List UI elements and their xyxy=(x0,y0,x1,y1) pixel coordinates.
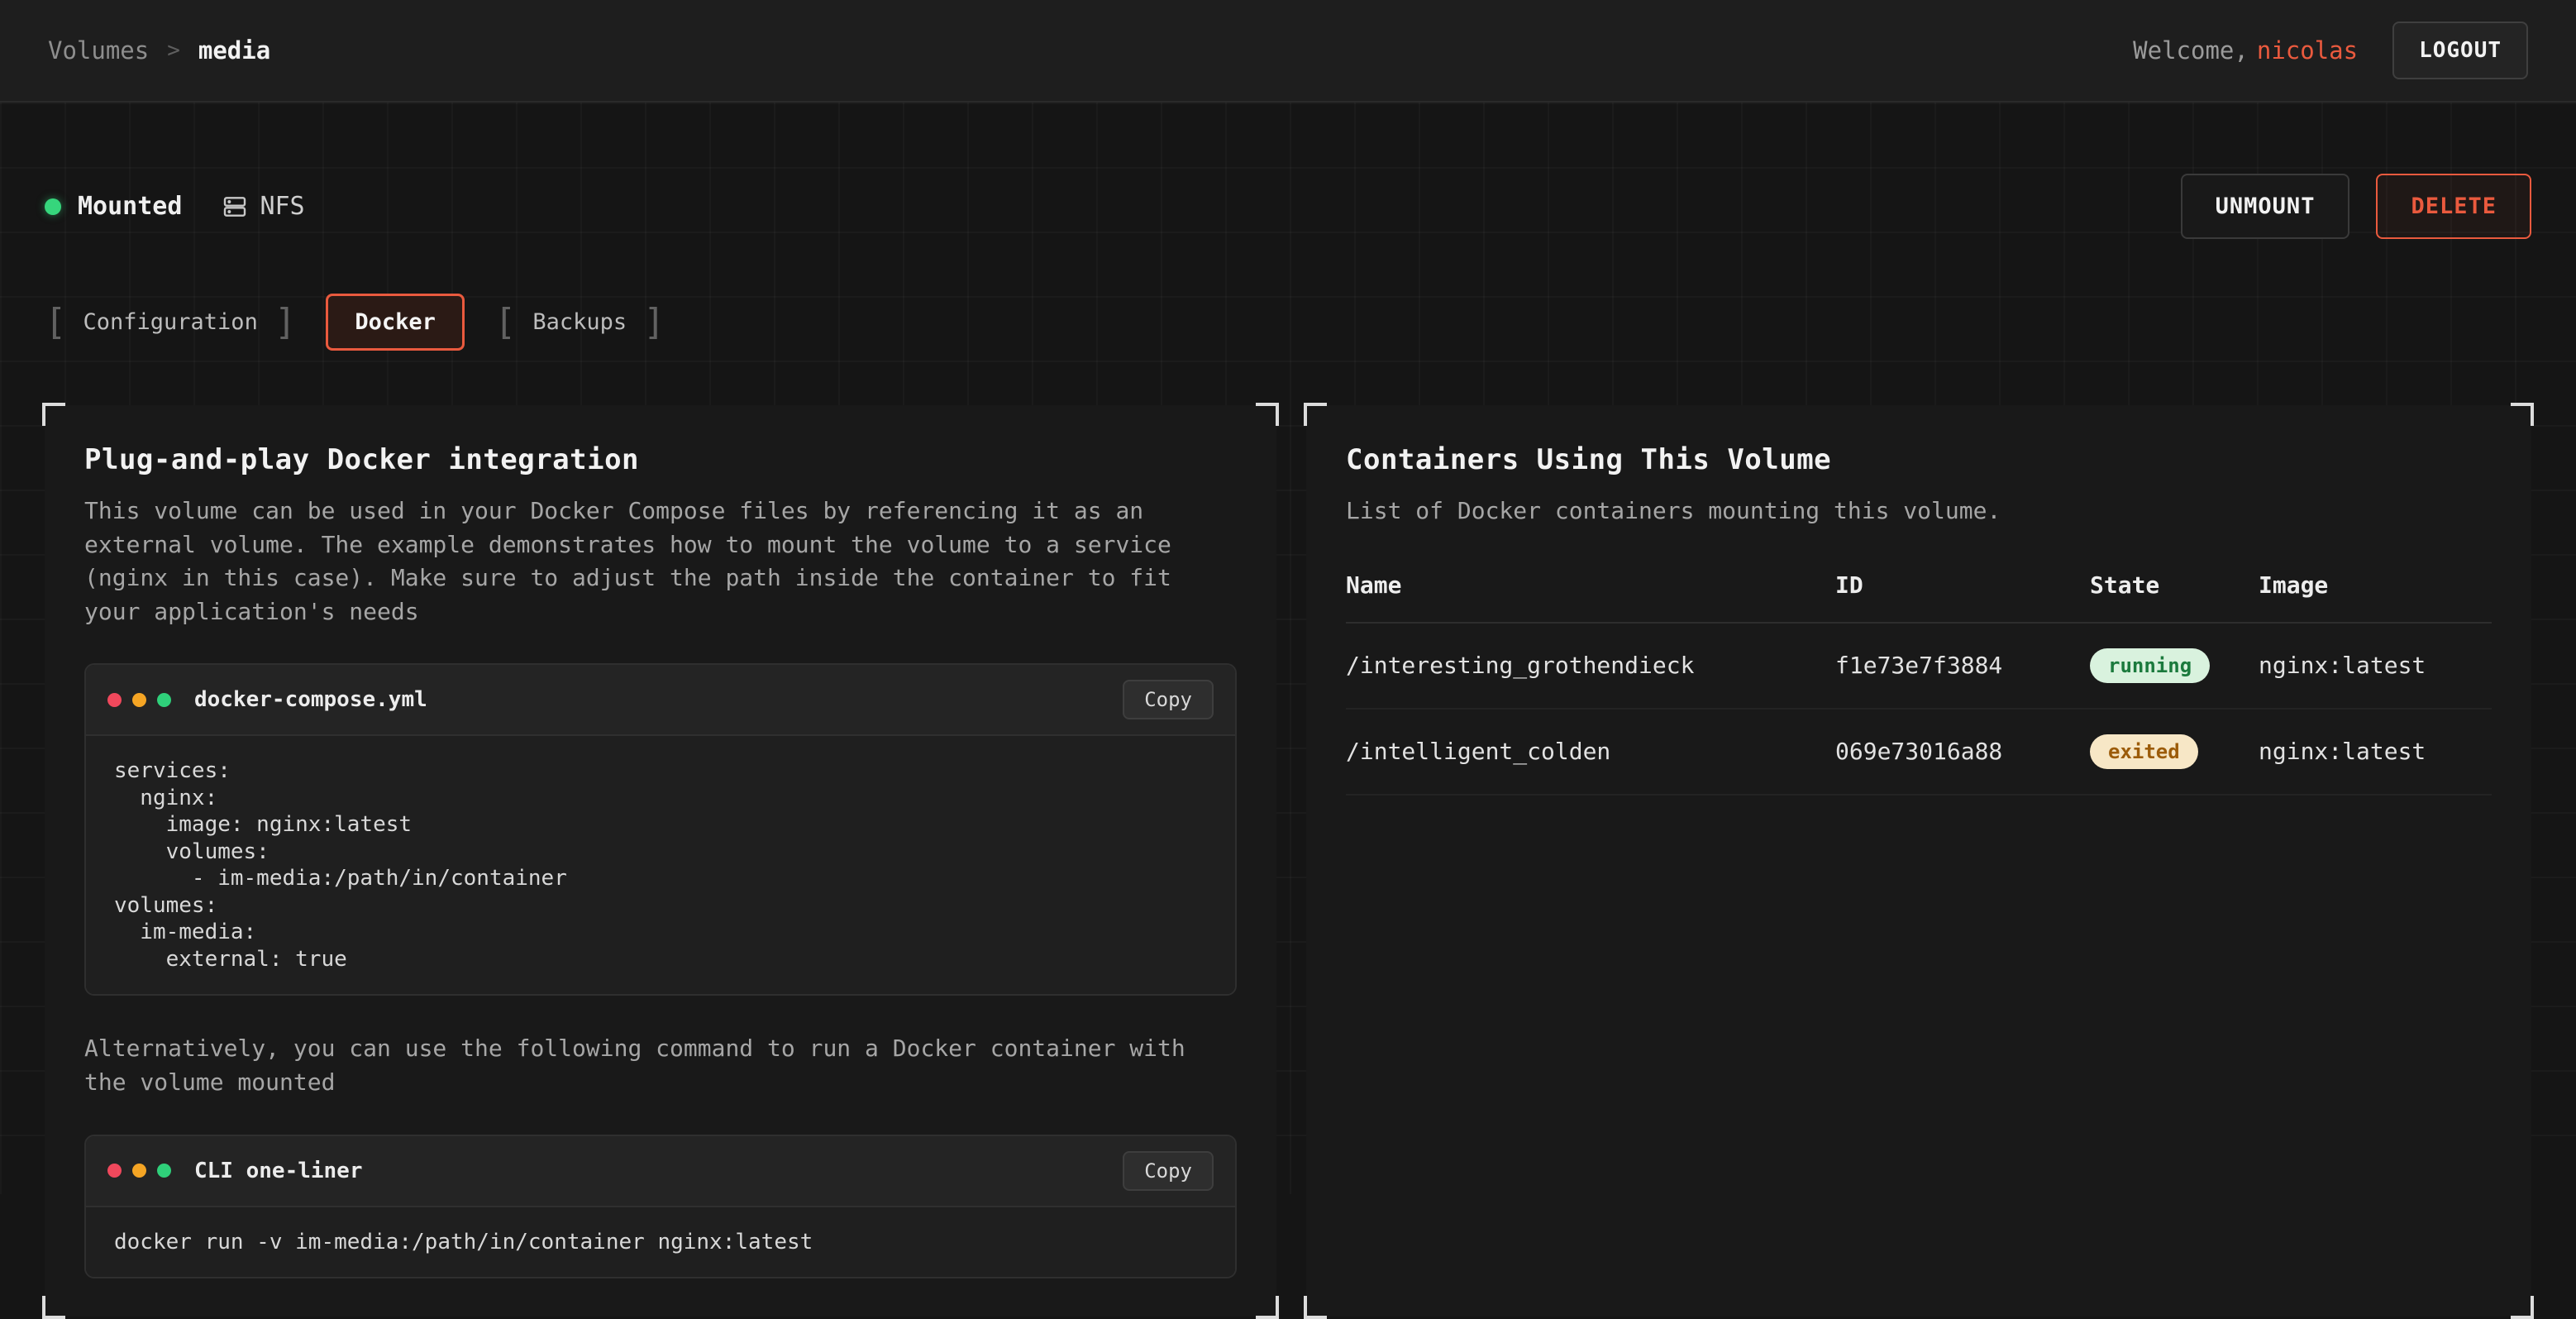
breadcrumb-separator: > xyxy=(167,38,180,63)
corner-decoration xyxy=(1256,403,1279,426)
cli-code-text: docker run -v im-media:/path/in/containe… xyxy=(114,1229,1207,1256)
column-header-image: Image xyxy=(2259,571,2492,599)
unmount-button[interactable]: UNMOUNT xyxy=(2181,174,2350,239)
docker-integration-panel: Plug-and-play Docker integration This vo… xyxy=(45,405,1276,1317)
compose-code-text: services: nginx: image: nginx:latest vol… xyxy=(114,757,1207,973)
mounted-status-label: Mounted xyxy=(78,192,182,221)
tab-docker-label: Docker xyxy=(355,309,436,335)
bracket-right: ] xyxy=(274,304,297,341)
traffic-lights-icon xyxy=(107,693,171,707)
red-dot-icon xyxy=(107,1164,122,1178)
welcome-prefix: Welcome, xyxy=(2133,36,2249,65)
corner-decoration xyxy=(1304,1296,1327,1319)
column-header-id: ID xyxy=(1835,571,2090,599)
welcome-text: Welcome, nicolas xyxy=(2133,36,2358,65)
corner-decoration xyxy=(42,1296,65,1319)
breadcrumb-current: media xyxy=(198,36,270,65)
cli-filename: CLI one-liner xyxy=(194,1159,363,1183)
username: nicolas xyxy=(2257,36,2358,65)
table-row: /interesting_grothendieck f1e73e7f3884 r… xyxy=(1346,624,2492,710)
tab-backups[interactable]: [ Backups ] xyxy=(494,304,665,341)
compose-code-header: docker-compose.yml Copy xyxy=(86,665,1235,736)
container-image: nginx:latest xyxy=(2259,738,2492,765)
topbar-right: Welcome, nicolas LOGOUT xyxy=(2133,22,2528,79)
page: Volumes > media Welcome, nicolas LOGOUT M… xyxy=(0,0,2576,1194)
bracket-left: [ xyxy=(494,304,517,341)
compose-code-body: services: nginx: image: nginx:latest vol… xyxy=(86,736,1235,994)
mounted-status-dot xyxy=(45,198,61,215)
green-dot-icon xyxy=(157,693,171,707)
compose-filename: docker-compose.yml xyxy=(194,687,427,712)
status-row: Mounted NFS UNMOUNT DELETE xyxy=(45,103,2531,239)
yellow-dot-icon xyxy=(132,1164,146,1178)
yellow-dot-icon xyxy=(132,693,146,707)
bracket-right: ] xyxy=(643,304,665,341)
compose-copy-button[interactable]: Copy xyxy=(1123,680,1214,719)
corner-decoration xyxy=(2511,403,2534,426)
nfs-group: NFS xyxy=(222,192,304,221)
tab-bar: [ Configuration ] Docker [ Backups ] xyxy=(45,294,2531,351)
tab-configuration[interactable]: [ Configuration ] xyxy=(45,304,296,341)
breadcrumb: Volumes > media xyxy=(48,36,270,65)
topbar: Volumes > media Welcome, nicolas LOGOUT xyxy=(0,0,2576,103)
table-header-row: Name ID State Image xyxy=(1346,571,2492,624)
compose-code-block: docker-compose.yml Copy services: nginx:… xyxy=(84,663,1237,996)
column-header-state: State xyxy=(2090,571,2259,599)
content-area: Mounted NFS UNMOUNT DELETE [ xyxy=(0,103,2576,1194)
column-header-name: Name xyxy=(1346,571,1835,599)
panels: Plug-and-play Docker integration This vo… xyxy=(45,405,2531,1317)
nfs-server-icon xyxy=(222,194,248,220)
containers-table: Name ID State Image /interesting_grothen… xyxy=(1346,571,2492,796)
logout-button[interactable]: LOGOUT xyxy=(2392,22,2528,79)
cli-copy-button[interactable]: Copy xyxy=(1123,1151,1214,1191)
state-badge: exited xyxy=(2090,734,2198,769)
container-name: /interesting_grothendieck xyxy=(1346,652,1835,679)
cli-code-header: CLI one-liner Copy xyxy=(86,1136,1235,1207)
containers-panel: Containers Using This Volume List of Doc… xyxy=(1306,405,2531,1317)
containers-panel-title: Containers Using This Volume xyxy=(1346,443,2492,476)
tab-configuration-label: Configuration xyxy=(83,309,258,335)
breadcrumb-volumes-link[interactable]: Volumes xyxy=(48,36,149,65)
tab-backups-label: Backups xyxy=(532,309,627,335)
container-image: nginx:latest xyxy=(2259,652,2492,679)
corner-decoration xyxy=(1256,1296,1279,1319)
container-name: /intelligent_colden xyxy=(1346,738,1835,765)
cli-code-block: CLI one-liner Copy docker run -v im-medi… xyxy=(84,1135,1237,1279)
bracket-left: [ xyxy=(45,304,67,341)
tab-docker[interactable]: Docker xyxy=(326,294,465,351)
state-badge: running xyxy=(2090,648,2210,683)
traffic-lights-icon xyxy=(107,1164,171,1178)
corner-decoration xyxy=(1304,403,1327,426)
docker-panel-description: This volume can be used in your Docker C… xyxy=(84,495,1237,628)
red-dot-icon xyxy=(107,693,122,707)
table-row: /intelligent_colden 069e73016a88 exited … xyxy=(1346,710,2492,796)
containers-panel-subtitle: List of Docker containers mounting this … xyxy=(1346,495,2492,528)
container-id: f1e73e7f3884 xyxy=(1835,652,2090,679)
green-dot-icon xyxy=(157,1164,171,1178)
container-id: 069e73016a88 xyxy=(1835,738,2090,765)
corner-decoration xyxy=(42,403,65,426)
nfs-label: NFS xyxy=(260,192,304,221)
cli-intro-text: Alternatively, you can use the following… xyxy=(84,1032,1237,1099)
docker-panel-title: Plug-and-play Docker integration xyxy=(84,443,1237,476)
delete-button[interactable]: DELETE xyxy=(2376,174,2531,239)
corner-decoration xyxy=(2511,1296,2534,1319)
cli-code-body: docker run -v im-media:/path/in/containe… xyxy=(86,1207,1235,1278)
